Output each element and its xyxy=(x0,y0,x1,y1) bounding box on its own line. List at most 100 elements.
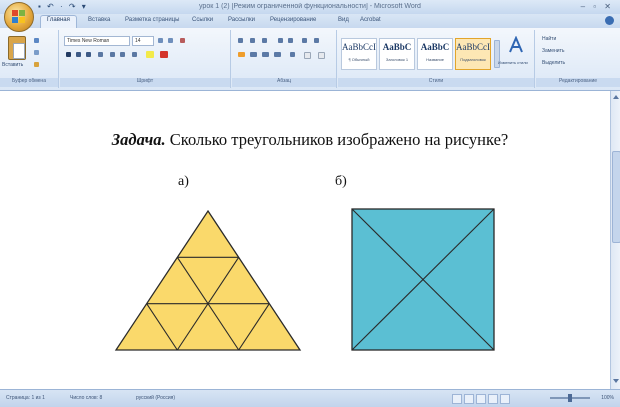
change-case-icon[interactable] xyxy=(132,52,137,57)
style-title-sample: AaBbC xyxy=(420,42,450,52)
clipboard-group: Вставить Буфер обмена xyxy=(0,30,59,88)
change-styles-label[interactable]: Изменить стили xyxy=(498,60,528,65)
increase-indent-icon[interactable] xyxy=(288,38,293,43)
sort-icon[interactable] xyxy=(302,38,307,43)
tab-home[interactable]: Главная xyxy=(40,15,77,29)
vertical-scrollbar[interactable] xyxy=(610,91,620,389)
window-controls[interactable]: – ▫ ✕ xyxy=(581,2,614,11)
ribbon: Вставить Буфер обмена Times New Roman 14… xyxy=(0,28,620,91)
window-title: урок 1 (2) [Режим ограниченной функциона… xyxy=(199,3,421,10)
format-painter-icon[interactable] xyxy=(34,62,39,67)
align-right-icon[interactable] xyxy=(262,52,269,57)
web-layout-icon[interactable] xyxy=(476,394,486,404)
style-heading-1[interactable]: AaBbC Заголовок 1 xyxy=(379,38,415,70)
style-heading-1-name: Заголовок 1 xyxy=(385,57,409,62)
tab-review[interactable]: Рецензирование xyxy=(270,17,316,23)
paste-label: Вставить xyxy=(2,62,24,68)
find-button[interactable]: Найти xyxy=(542,36,556,42)
select-button[interactable]: Выделить xyxy=(542,60,565,66)
styles-group-label: Стили xyxy=(338,78,534,87)
paragraph-group: Абзац xyxy=(232,30,337,88)
italic-icon[interactable] xyxy=(76,52,81,57)
print-layout-icon[interactable] xyxy=(452,394,462,404)
paragraph-group-label: Абзац xyxy=(232,78,336,87)
square-figure xyxy=(351,208,495,351)
bold-icon[interactable] xyxy=(66,52,71,57)
style-title-name: Название xyxy=(426,57,444,62)
big-triangle xyxy=(114,209,302,351)
style-normal[interactable]: AaBbCcI ¶ Обычный xyxy=(341,38,377,70)
line-spacing-icon[interactable] xyxy=(290,52,295,57)
paste-icon[interactable] xyxy=(8,36,26,60)
style-normal-sample: AaBbCcI xyxy=(342,42,376,52)
style-subtitle-name: Подзаголовок xyxy=(460,57,486,62)
full-screen-icon[interactable] xyxy=(464,394,474,404)
subscript-icon[interactable] xyxy=(110,52,115,57)
task-heading-text: Сколько треугольников изображено на рису… xyxy=(165,130,509,149)
multilevel-list-icon[interactable] xyxy=(262,38,267,43)
change-styles-icon[interactable] xyxy=(508,36,524,54)
font-group-label: Шрифт xyxy=(60,78,230,87)
style-subtitle-sample: AaBbCcI xyxy=(456,42,490,52)
status-page[interactable]: Страница: 1 из 1 xyxy=(6,395,45,401)
outline-icon[interactable] xyxy=(488,394,498,404)
numbering-icon[interactable] xyxy=(250,38,255,43)
font-group: Times New Roman 14 Шрифт xyxy=(60,30,231,88)
office-button[interactable] xyxy=(4,2,34,32)
highlight-icon[interactable] xyxy=(146,51,154,58)
cut-icon[interactable] xyxy=(34,38,39,43)
label-a: а) xyxy=(178,174,189,189)
status-words[interactable]: Число слов: 8 xyxy=(70,395,102,401)
underline-icon[interactable] xyxy=(86,52,91,57)
tab-view[interactable]: Вид xyxy=(338,17,349,23)
tab-references[interactable]: Ссылки xyxy=(192,17,213,23)
font-size-field[interactable]: 14 xyxy=(132,36,154,46)
help-icon[interactable] xyxy=(605,16,614,25)
task-heading: Задача. Сколько треугольников изображено… xyxy=(0,130,620,150)
styles-group: AaBbCcI ¶ Обычный AaBbC Заголовок 1 AaBb… xyxy=(338,30,535,88)
shading-icon[interactable] xyxy=(304,52,311,59)
font-color-icon[interactable] xyxy=(160,51,168,58)
shrink-font-icon[interactable] xyxy=(168,38,173,43)
superscript-icon[interactable] xyxy=(120,52,125,57)
tab-acrobat[interactable]: Acrobat xyxy=(360,17,381,23)
copy-icon[interactable] xyxy=(34,50,39,55)
align-left-icon[interactable] xyxy=(238,52,245,57)
tab-page-layout[interactable]: Разметка страницы xyxy=(125,17,179,23)
bullets-icon[interactable] xyxy=(238,38,243,43)
zoom-level[interactable]: 100% xyxy=(601,395,614,401)
title-bar: ▪ ↶ · ↷ ▾ урок 1 (2) [Режим ограниченной… xyxy=(0,0,620,15)
scroll-down-icon[interactable] xyxy=(613,379,619,383)
label-b: б) xyxy=(335,174,347,189)
replace-button[interactable]: Заменить xyxy=(542,48,564,54)
style-subtitle[interactable]: AaBbCcI Подзаголовок xyxy=(455,38,491,70)
status-bar: Страница: 1 из 1 Число слов: 8 русский (… xyxy=(0,389,620,407)
editing-group: Найти Заменить Выделить Редактирование xyxy=(536,30,620,88)
task-heading-bold: Задача. xyxy=(111,130,166,149)
ribbon-tabs: Главная Вставка Разметка страницы Ссылки… xyxy=(0,14,620,29)
status-language[interactable]: русский (Россия) xyxy=(136,395,175,401)
draft-icon[interactable] xyxy=(500,394,510,404)
tab-mailings[interactable]: Рассылки xyxy=(228,17,255,23)
clipboard-group-label: Буфер обмена xyxy=(0,78,58,87)
strikethrough-icon[interactable] xyxy=(98,52,103,57)
scroll-thumb[interactable] xyxy=(612,151,620,243)
zoom-slider-knob[interactable] xyxy=(568,394,572,402)
justify-icon[interactable] xyxy=(274,52,281,57)
font-name-field[interactable]: Times New Roman xyxy=(64,36,130,46)
tab-insert[interactable]: Вставка xyxy=(88,17,110,23)
style-heading-1-sample: AaBbC xyxy=(382,42,412,52)
office-logo-icon xyxy=(12,10,26,24)
style-normal-name: ¶ Обычный xyxy=(348,57,370,62)
align-center-icon[interactable] xyxy=(250,52,257,57)
triangle-figure xyxy=(114,209,302,351)
clear-format-icon[interactable] xyxy=(180,38,185,43)
borders-icon[interactable] xyxy=(318,52,325,59)
show-marks-icon[interactable] xyxy=(314,38,319,43)
editing-group-label: Редактирование xyxy=(536,78,620,87)
decrease-indent-icon[interactable] xyxy=(278,38,283,43)
scroll-up-icon[interactable] xyxy=(613,95,619,99)
grow-font-icon[interactable] xyxy=(158,38,163,43)
quick-access-toolbar[interactable]: ▪ ↶ · ↷ ▾ xyxy=(38,2,88,11)
style-title[interactable]: AaBbC Название xyxy=(417,38,453,70)
